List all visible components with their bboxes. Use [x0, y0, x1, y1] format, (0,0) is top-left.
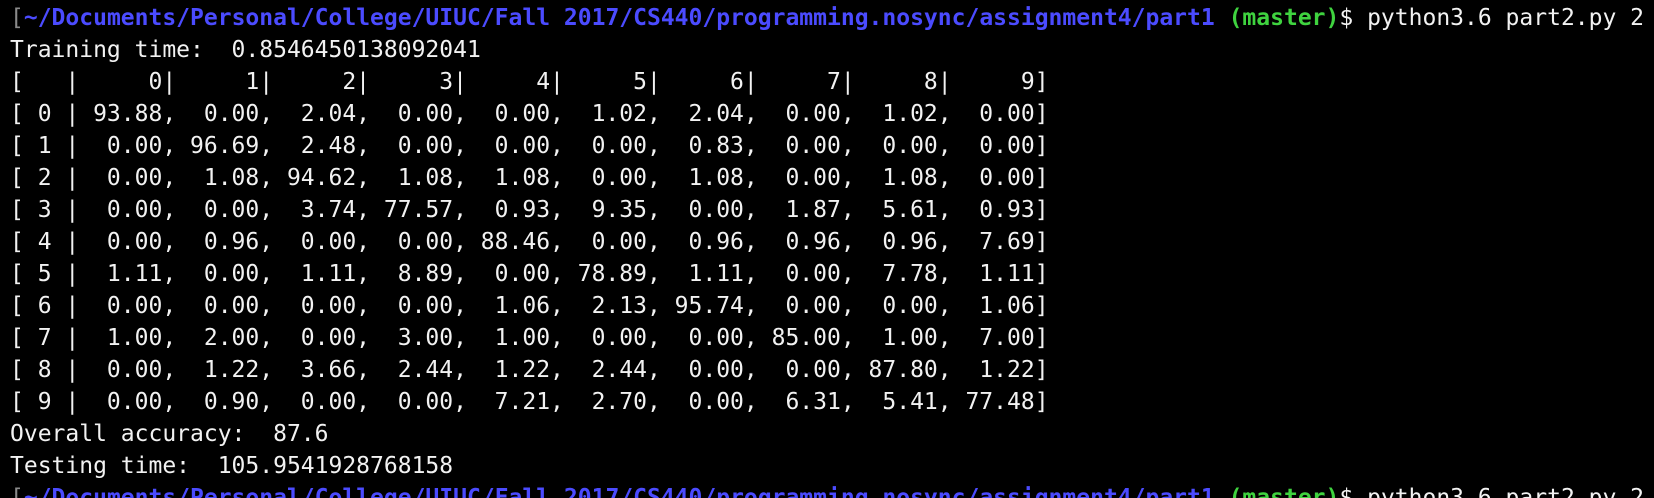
matrix-row-5: [ 5 | 1.11, 0.00, 1.11, 8.89, 0.00, 78.8… — [10, 261, 1049, 287]
training-time-line: Training time: 0.8546450138092041 — [10, 37, 481, 63]
matrix-row-8: [ 8 | 0.00, 1.22, 3.66, 2.44, 1.22, 2.44… — [10, 357, 1049, 383]
next-prompt-dollar: $ — [1339, 485, 1354, 498]
next-prompt-bracket: [ — [10, 485, 24, 498]
prompt-line: [~/Documents/Personal/College/UIUC/Fall … — [10, 2, 1654, 34]
next-prompt-path: ~/Documents/Personal/College/UIUC/Fall 2… — [23, 485, 1215, 498]
matrix-row-6: [ 6 | 0.00, 0.00, 0.00, 0.00, 1.06, 2.13… — [10, 293, 1049, 319]
matrix-row-3: [ 3 | 0.00, 0.00, 3.74, 77.57, 0.93, 9.3… — [10, 197, 1049, 223]
next-prompt-line-partial: [~/Documents/Personal/College/UIUC/Fall … — [10, 482, 1654, 498]
overall-accuracy-line: Overall accuracy: 87.6 — [10, 421, 329, 447]
prompt-path: ~/Documents/Personal/College/UIUC/Fall 2… — [23, 5, 1215, 31]
matrix-row-7: [ 7 | 1.00, 2.00, 0.00, 3.00, 1.00, 0.00… — [10, 325, 1049, 351]
matrix-row-4: [ 4 | 0.00, 0.96, 0.00, 0.00, 88.46, 0.0… — [10, 229, 1049, 255]
matrix-row-2: [ 2 | 0.00, 1.08, 94.62, 1.08, 1.08, 0.0… — [10, 165, 1049, 191]
matrix-row-1: [ 1 | 0.00, 96.69, 2.48, 0.00, 0.00, 0.0… — [10, 133, 1049, 159]
prompt-dollar: $ — [1339, 5, 1354, 31]
terminal-window[interactable]: [~/Documents/Personal/College/UIUC/Fall … — [10, 2, 1654, 498]
next-command-text: python3.6 part2.py 2 — [1367, 485, 1645, 498]
matrix-header-row: [ | 0| 1| 2| 3| 4| 5| 6| 7| 8| 9] — [10, 69, 1049, 95]
prompt-bracket: [ — [10, 5, 24, 31]
testing-time-line: Testing time: 105.9541928768158 — [10, 453, 454, 479]
command-text: python3.6 part2.py 2 — [1367, 5, 1645, 31]
next-git-branch: (master) — [1228, 485, 1340, 498]
matrix-row-9: [ 9 | 0.00, 0.90, 0.00, 0.00, 7.21, 2.70… — [10, 389, 1049, 415]
git-branch: (master) — [1228, 5, 1340, 31]
matrix-row-0: [ 0 | 93.88, 0.00, 2.04, 0.00, 0.00, 1.0… — [10, 101, 1049, 127]
